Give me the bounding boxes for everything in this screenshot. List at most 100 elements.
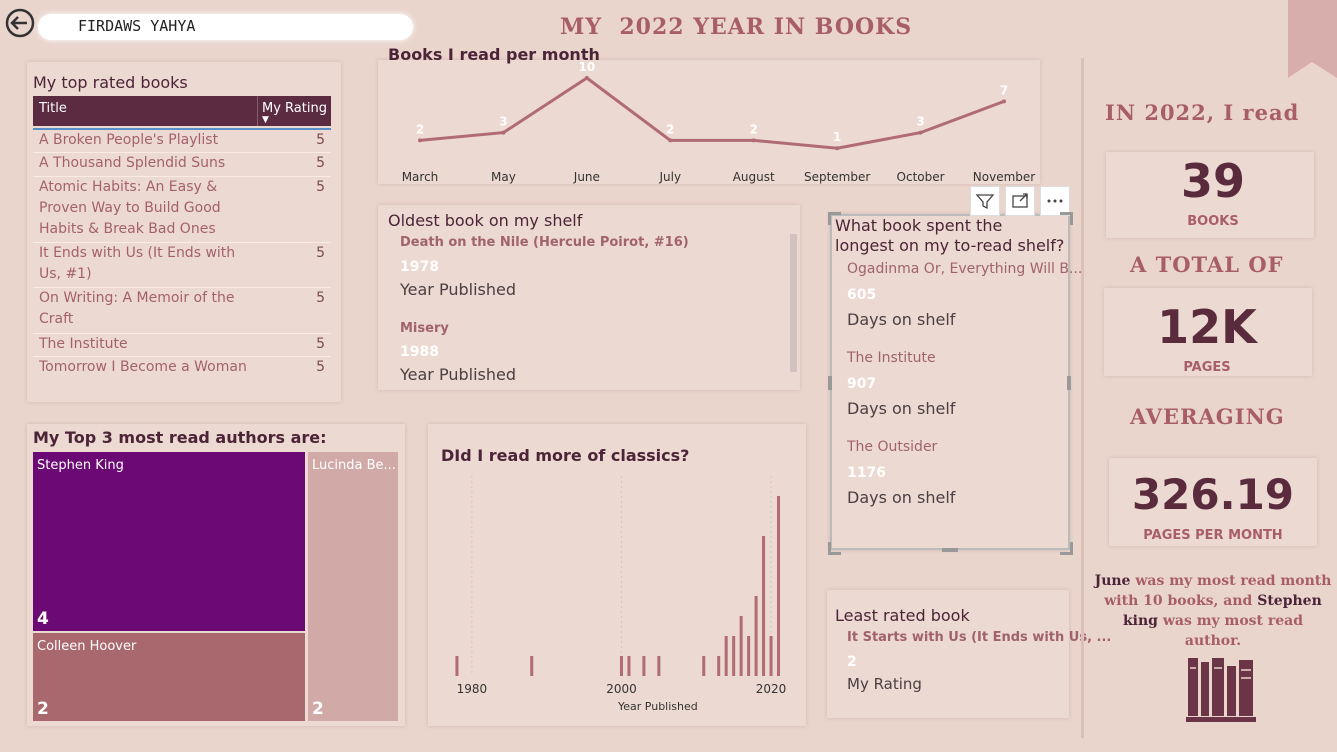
treemap-value-colleen-hoover: 2 (37, 699, 49, 719)
books-per-month-chart: 2 March 3 May 10 June 2 July 2 August 1 September 3 O… (402, 60, 1036, 184)
data-label: 1 (833, 130, 841, 144)
focus-mode-button[interactable] (1005, 186, 1035, 216)
treemap-label-colleen-hoover: Colleen Hoover (37, 639, 137, 654)
bar[interactable] (455, 656, 459, 676)
sort-desc-icon[interactable]: ▼ (262, 115, 269, 125)
bar[interactable] (642, 656, 646, 676)
line-point[interactable] (751, 138, 756, 143)
pages-number: 12K (1157, 300, 1257, 354)
x-tick-label: November (973, 170, 1035, 184)
classics-xlabel: Year Published (618, 700, 698, 713)
treemap-value-lucinda: 2 (312, 699, 324, 719)
line-point[interactable] (1002, 99, 1006, 104)
top-rated-title: My top rated books (33, 73, 188, 92)
page-title: MY 2022 YEAR IN BOOKS (560, 14, 913, 40)
row-rating: 5 (316, 359, 325, 375)
bar[interactable] (732, 636, 736, 676)
longest-title: What book spent the longest on my to-rea… (835, 216, 1065, 255)
back-button[interactable] (3, 8, 37, 40)
least-title: Least rated book (835, 606, 970, 625)
treemap-colleen-hoover[interactable]: Colleen Hoover 2 (33, 633, 305, 721)
least-book: It Starts with Us (It Ends with Us, ... (847, 630, 1112, 645)
user-name: FIRDAWS YAHYA (78, 17, 196, 35)
bar[interactable] (754, 596, 758, 676)
bar[interactable] (702, 656, 706, 676)
table-row[interactable]: Tomorrow I Become a Woman 5 (33, 356, 331, 379)
table-row[interactable]: Atomic Habits: An Easy & Proven Way to B… (33, 176, 331, 241)
table-row[interactable]: It Ends with Us (It Ends with Us, #1) 5 (33, 242, 331, 286)
bar[interactable] (762, 536, 766, 676)
longest-days-2: 907 (847, 376, 877, 392)
resize-handle-bl[interactable] (828, 542, 841, 555)
summary-total: A TOTAL OF (1130, 252, 1284, 277)
data-label: 2 (750, 122, 758, 136)
data-label: 7 (1000, 83, 1008, 97)
line-point[interactable] (835, 146, 840, 151)
bar[interactable] (769, 636, 773, 676)
bar[interactable] (777, 496, 781, 676)
longest-book-2: The Institute (847, 350, 936, 366)
bar[interactable] (627, 656, 631, 676)
data-label: 10 (579, 60, 596, 74)
longest-label-1: Days on shelf (847, 310, 956, 329)
row-rating: 5 (316, 336, 325, 352)
bar[interactable] (724, 636, 728, 676)
row-rating: 5 (316, 155, 325, 171)
bar[interactable] (747, 636, 751, 676)
line-point[interactable] (418, 138, 422, 143)
table-row[interactable]: On Writing: A Memoir of the Craft 5 (33, 287, 331, 332)
row-title: A Thousand Splendid Suns (39, 155, 226, 171)
table-row[interactable]: A Thousand Splendid Suns 5 (33, 152, 331, 175)
bookmark-icon (1288, 0, 1337, 78)
col-title[interactable]: Title (39, 101, 67, 116)
resize-handle-l[interactable] (828, 376, 832, 390)
treemap-stephen-king[interactable]: Stephen King 4 (33, 452, 305, 631)
table-header: Title My Rating ▼ (33, 96, 331, 126)
row-title: A Broken People's Playlist (39, 132, 219, 148)
classics-title: DId I read more of classics? (441, 446, 690, 465)
bar[interactable] (717, 656, 721, 676)
col-rating[interactable]: My Rating (262, 101, 327, 116)
row-rating: 5 (316, 290, 325, 306)
x-tick-label: March (402, 170, 439, 184)
resize-handle-tl[interactable] (828, 212, 841, 225)
avg-number: 326.19 (1131, 470, 1295, 519)
classics-chart: 1980 2000 2020 (455, 476, 786, 696)
oldest-scrollbar[interactable] (790, 234, 797, 372)
resize-handle-r[interactable] (1067, 376, 1071, 390)
line-point[interactable] (668, 138, 673, 143)
row-rating: 5 (316, 132, 325, 148)
line-series (419, 76, 1005, 150)
back-arrow-icon (5, 8, 35, 38)
line-point[interactable] (501, 130, 506, 135)
bar[interactable] (619, 656, 623, 676)
more-icon (1047, 199, 1063, 203)
treemap-lucinda[interactable]: Lucinda Be... 2 (308, 452, 398, 721)
line-point[interactable] (918, 130, 923, 135)
resize-handle-b[interactable] (942, 548, 958, 552)
sentence-part2: was my most read author. (1157, 613, 1304, 649)
bar[interactable] (530, 656, 534, 676)
row-title: It Ends with Us (It Ends with Us, #1) (39, 245, 236, 282)
x-tick-label: August (733, 170, 775, 184)
row-rating: 5 (316, 245, 325, 261)
least-rating: 2 (847, 654, 857, 670)
filter-button[interactable] (970, 186, 1000, 216)
bookshelf-icon (1186, 658, 1256, 722)
x-tick-label: September (804, 170, 870, 184)
longest-label-3: Days on shelf (847, 488, 956, 507)
authors-title: My Top 3 most read authors are: (33, 428, 327, 447)
longest-days-3: 1176 (847, 465, 886, 481)
row-title: The Institute (39, 336, 128, 352)
longest-days-1: 605 (847, 287, 877, 303)
books-number: 39 (1180, 154, 1245, 208)
resize-handle-br[interactable] (1060, 542, 1073, 555)
line-point[interactable] (584, 76, 589, 80)
resize-handle-tr[interactable] (1060, 212, 1073, 225)
bar[interactable] (657, 656, 661, 676)
bar[interactable] (739, 616, 743, 676)
table-row[interactable]: The Institute 5 (33, 333, 331, 356)
avg-label: PAGES PER MONTH (1143, 528, 1283, 543)
table-row[interactable]: A Broken People's Playlist 5 (33, 128, 331, 152)
data-label: 2 (666, 122, 674, 136)
